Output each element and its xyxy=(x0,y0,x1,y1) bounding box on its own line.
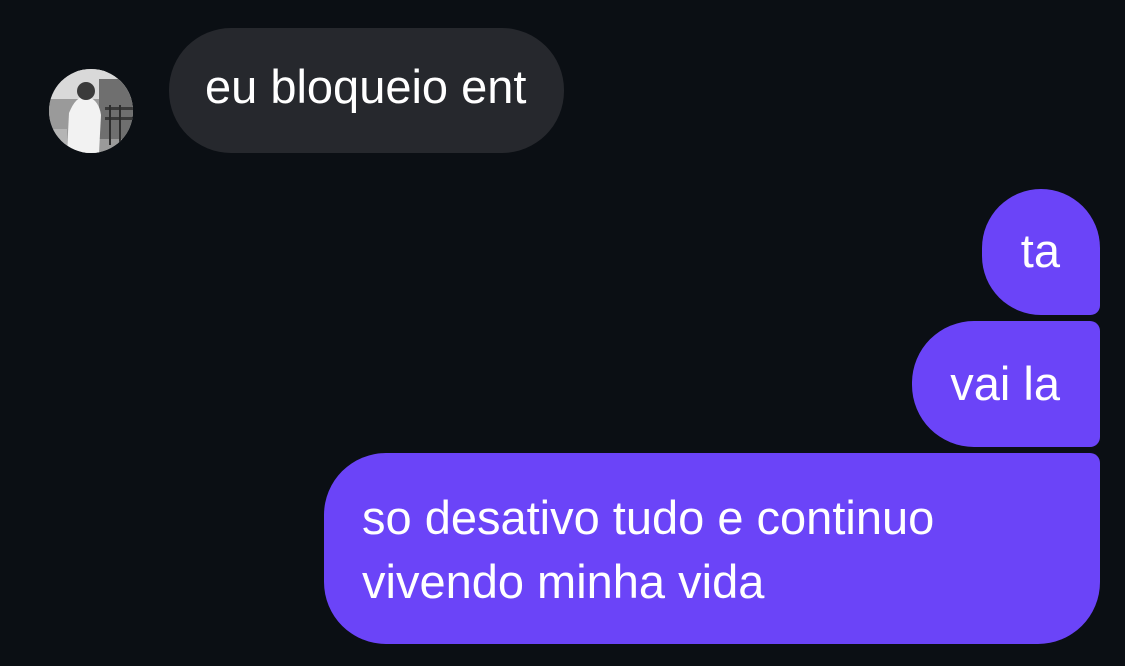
contact-avatar[interactable] xyxy=(49,69,133,153)
message-text-line: so desativo tudo e continuo xyxy=(362,491,935,544)
message-text: vai la xyxy=(950,357,1060,410)
message-outgoing[interactable]: vai la xyxy=(912,321,1100,447)
message-text: eu bloqueio ent xyxy=(205,60,527,113)
avatar-photo-icon xyxy=(49,69,133,153)
message-outgoing[interactable]: so desativo tudo e continuo vivendo minh… xyxy=(324,453,1100,644)
message-text-line: vivendo minha vida xyxy=(362,555,765,608)
message-outgoing[interactable]: ta xyxy=(981,189,1100,315)
message-text: ta xyxy=(1020,224,1060,277)
message-incoming[interactable]: eu bloqueio ent xyxy=(169,28,565,153)
chat-thread: eu bloqueio ent ta vai la so desativo tu… xyxy=(0,0,1125,666)
